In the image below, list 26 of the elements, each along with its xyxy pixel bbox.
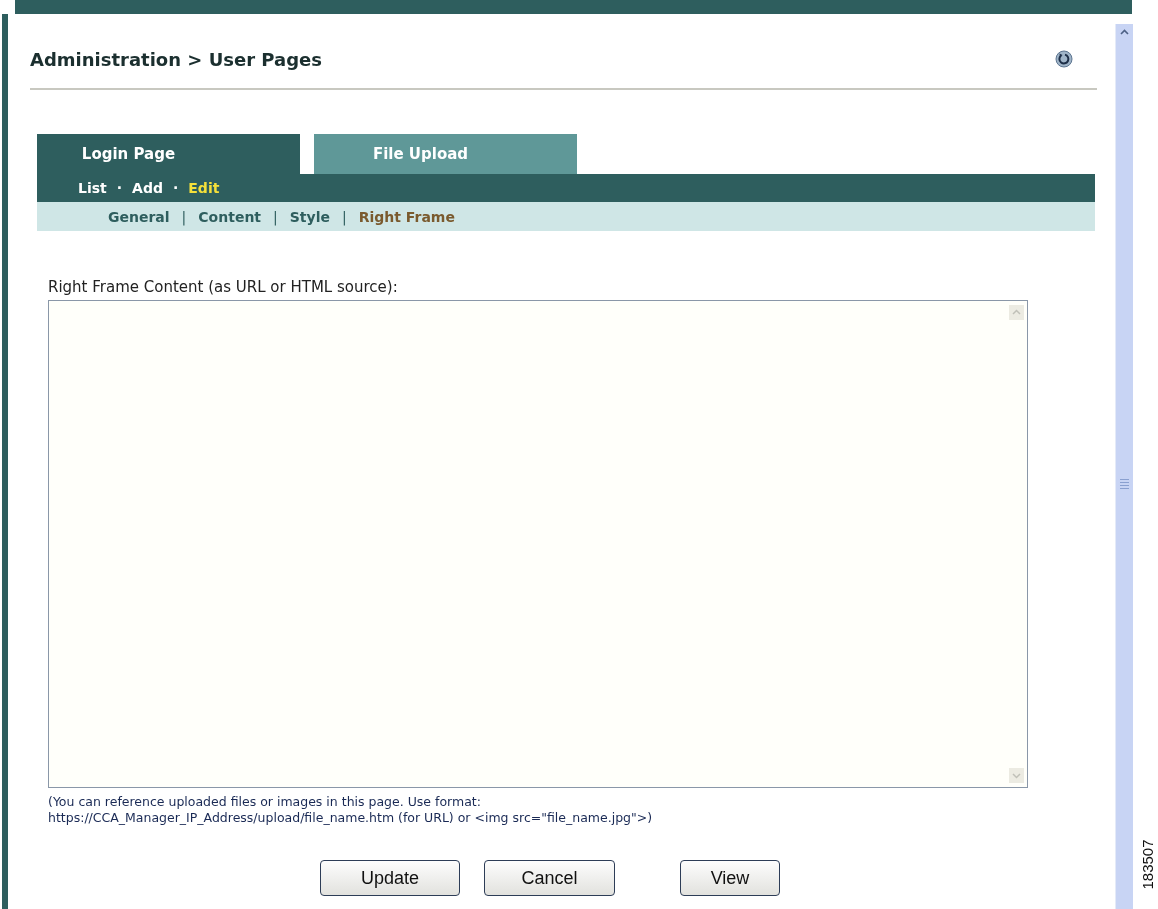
form-button[interactable]: Cancel — [484, 860, 615, 896]
nav-link[interactable]: Edit — [188, 180, 220, 196]
figure-number: 183507 — [1138, 839, 1156, 890]
form-button[interactable]: View — [680, 860, 780, 896]
separator-text: | — [273, 208, 278, 225]
nav-link[interactable]: Style — [289, 208, 330, 225]
page-title: Administration > User Pages — [30, 48, 322, 70]
field-label: Right Frame Content (as URL or HTML source): — [48, 278, 399, 298]
separator-text: · — [116, 180, 123, 196]
separator-text: | — [181, 208, 187, 225]
nav-link[interactable]: Right Frame — [358, 208, 455, 225]
separator-text: · — [172, 180, 179, 196]
form-button[interactable]: Update — [320, 860, 460, 896]
help-text: https://CCA_Manager_IP_Address/upload/file_name.htm (for URL) or <img src="file_name.jpg">) — [48, 810, 654, 826]
refresh-icon[interactable] — [1055, 50, 1073, 68]
nav-link[interactable]: Content — [198, 208, 262, 225]
separator-text: | — [341, 208, 347, 225]
tab[interactable]: Login Page — [37, 134, 300, 174]
help-text: (You can reference uploaded files or images in this page. Use format: — [48, 794, 482, 810]
scroll-down-icon[interactable] — [1008, 768, 1024, 783]
nav-link[interactable]: List — [78, 180, 107, 196]
nav-link[interactable]: Add — [132, 180, 163, 196]
content-textarea[interactable] — [48, 300, 1028, 788]
nav-link[interactable]: General — [108, 208, 170, 225]
page-scrollbar[interactable] — [1115, 24, 1133, 909]
scroll-up-icon[interactable] — [1008, 305, 1024, 320]
